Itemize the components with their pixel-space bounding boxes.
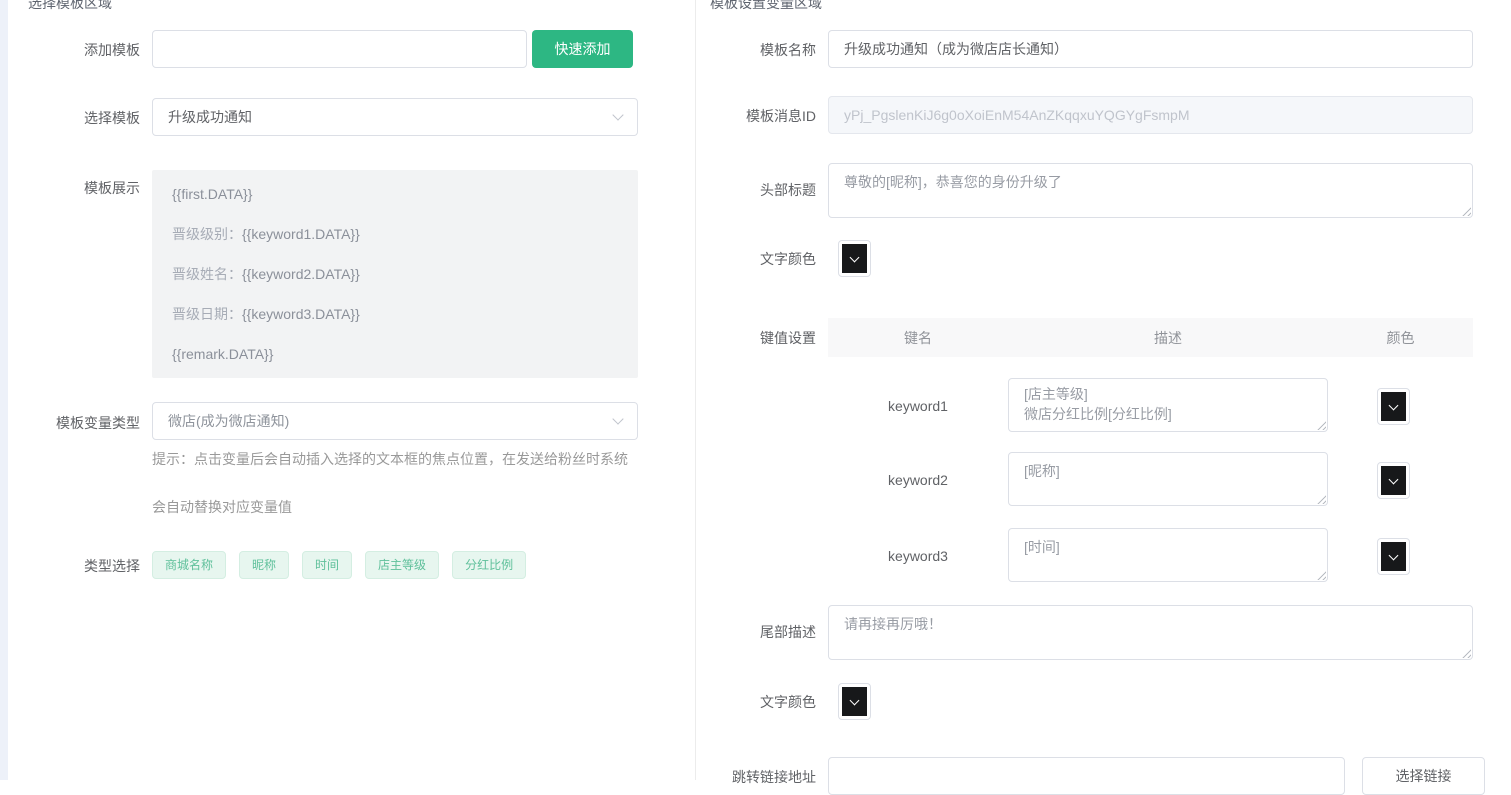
add-template-input[interactable]	[152, 30, 527, 68]
color-swatch-black	[1381, 466, 1406, 495]
keyword2-name: keyword2	[828, 472, 1008, 488]
keyword3-name: keyword3	[828, 548, 1008, 564]
template-line: 晋级日期：{{keyword3.DATA}}	[172, 294, 618, 334]
template-name-label: 模板名称	[700, 40, 816, 60]
footer-desc-wrap: 请再接再厉哦！	[828, 605, 1473, 660]
keyword3-desc-wrap: [时间]	[1008, 528, 1328, 582]
chevron-down-icon	[1389, 400, 1399, 410]
text-color-top-label: 文字颜色	[700, 249, 816, 269]
column-header-color: 颜色	[1328, 328, 1473, 348]
variable-type-dropdown[interactable]: 微店(成为微店通知)	[152, 402, 638, 440]
template-line: 晋级级别：{{keyword1.DATA}}	[172, 214, 618, 254]
header-title-textarea[interactable]: 尊敬的[昵称]，恭喜您的身份升级了	[828, 163, 1473, 218]
variable-type-value: 微店(成为微店通知)	[168, 411, 614, 431]
right-section-title: 模板设置变量区域	[710, 0, 822, 13]
chevron-down-icon	[850, 252, 860, 262]
keyword2-desc-wrap: [昵称]	[1008, 452, 1328, 506]
chevron-down-icon	[1389, 550, 1399, 560]
template-msg-id-input	[828, 96, 1473, 134]
jump-link-input[interactable]	[828, 757, 1345, 795]
tag-owner-level[interactable]: 店主等级	[365, 551, 439, 579]
footer-desc-label: 尾部描述	[700, 622, 816, 642]
panel-divider	[695, 0, 696, 780]
chevron-down-icon	[612, 109, 623, 120]
keyword1-desc-textarea[interactable]: [店主等级] 微店分红比例[分红比例]	[1008, 378, 1328, 432]
header-title-label: 头部标题	[700, 180, 816, 200]
template-msg-id-label: 模板消息ID	[700, 106, 816, 126]
page: 选择模板区域 添加模板 快速添加 选择模板 升级成功通知 模板展示 {{firs…	[0, 0, 1511, 780]
template-line: 晋级姓名：{{keyword2.DATA}}	[172, 254, 618, 294]
text-color-top-picker[interactable]	[838, 240, 871, 277]
tag-dividend-ratio[interactable]: 分红比例	[452, 551, 526, 579]
header-title-wrap: 尊敬的[昵称]，恭喜您的身份升级了	[828, 163, 1473, 218]
quick-add-button[interactable]: 快速添加	[532, 30, 633, 68]
keyword2-desc-textarea[interactable]: [昵称]	[1008, 452, 1328, 506]
hint-text: 提示：点击变量后会自动插入选择的文本框的焦点位置，在发送给粉丝时系统 会自动替换…	[152, 440, 662, 526]
text-color-bottom-picker[interactable]	[838, 683, 871, 720]
select-template-label: 选择模板	[0, 108, 140, 128]
keyword1-name: keyword1	[828, 398, 1008, 414]
keyword2-color-picker[interactable]	[1377, 462, 1410, 499]
keyword1-desc-wrap: [店主等级] 微店分红比例[分红比例]	[1008, 378, 1328, 432]
tag-mall-name[interactable]: 商城名称	[152, 551, 226, 579]
type-tags: 商城名称 昵称 时间 店主等级 分红比例	[152, 551, 539, 579]
keyword3-desc-textarea[interactable]: [时间]	[1008, 528, 1328, 582]
template-display-box: {{first.DATA}} 晋级级别：{{keyword1.DATA}} 晋级…	[152, 170, 638, 378]
chevron-down-icon	[1389, 474, 1399, 484]
chevron-down-icon	[850, 695, 860, 705]
choose-link-button[interactable]: 选择链接	[1362, 757, 1485, 795]
column-header-key: 键名	[828, 328, 1008, 348]
tag-time[interactable]: 时间	[302, 551, 352, 579]
color-swatch-black	[1381, 392, 1406, 421]
text-color-bottom-label: 文字颜色	[700, 692, 816, 712]
select-template-value: 升级成功通知	[168, 107, 614, 127]
keyword3-color-picker[interactable]	[1377, 538, 1410, 575]
jump-link-label: 跳转链接地址	[700, 767, 816, 787]
color-swatch-black	[842, 687, 867, 716]
chevron-down-icon	[612, 413, 623, 424]
template-name-input[interactable]	[828, 30, 1473, 68]
color-swatch-black	[842, 244, 867, 273]
select-template-dropdown[interactable]: 升级成功通知	[152, 98, 638, 136]
keyvalue-table-header: 键名 描述 颜色	[828, 318, 1473, 357]
template-line: {{remark.DATA}}	[172, 334, 618, 374]
keyword1-color-picker[interactable]	[1377, 388, 1410, 425]
variable-type-label: 模板变量类型	[0, 413, 140, 433]
column-header-desc: 描述	[1008, 328, 1328, 348]
add-template-label: 添加模板	[0, 40, 140, 60]
type-select-label: 类型选择	[0, 556, 140, 576]
left-section-title: 选择模板区域	[28, 0, 112, 13]
template-display-label: 模板展示	[0, 178, 140, 198]
template-line: {{first.DATA}}	[172, 174, 618, 214]
color-swatch-black	[1381, 542, 1406, 571]
keyvalue-label: 键值设置	[700, 328, 816, 348]
footer-desc-textarea[interactable]: 请再接再厉哦！	[828, 605, 1473, 660]
tag-nickname[interactable]: 昵称	[239, 551, 289, 579]
